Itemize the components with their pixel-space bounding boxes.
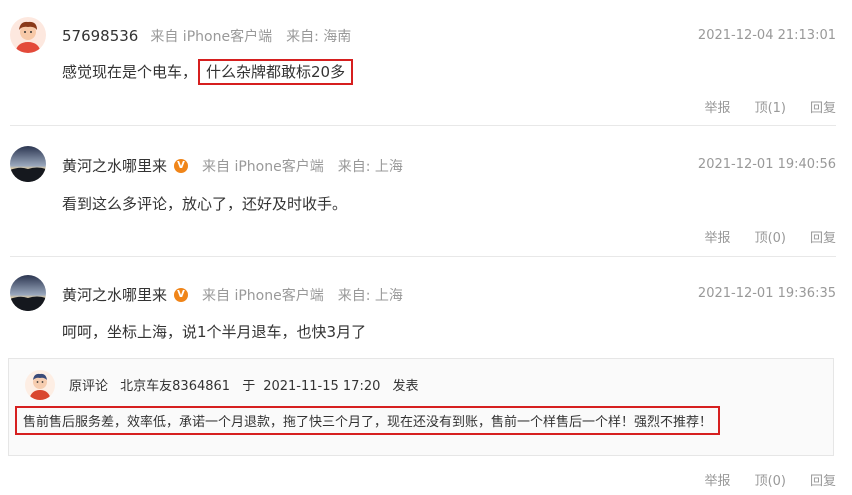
username[interactable]: 57698536 [62, 27, 138, 45]
comment-meta: 黄河之水哪里来 V 来自 iPhone客户端 来自: 上海 [62, 284, 403, 305]
quote-author[interactable]: 北京车友8364861 [120, 379, 230, 394]
username[interactable]: 黄河之水哪里来 [62, 284, 167, 305]
comment-content: 呵呵，坐标上海，说1个半月退车，也快3月了 [62, 323, 367, 341]
quote-label: 原评论 [69, 379, 109, 394]
verified-badge-icon: V [174, 158, 189, 173]
quoted-comment: 原评论 北京车友8364861 于 2021-11-15 17:20 发表 售前售… [8, 358, 834, 456]
cartoon-user-avatar-icon [25, 370, 55, 400]
reply-button[interactable]: 回复 [810, 470, 836, 489]
comment-time: 2021-12-01 19:40:56 [697, 157, 836, 172]
like-button[interactable]: 顶(1) [755, 97, 786, 116]
post-location: 来自: 海南 [286, 29, 352, 45]
like-button[interactable]: 顶(0) [755, 227, 786, 246]
comment-meta: 57698536 来自 iPhone客户端 来自: 海南 [62, 26, 351, 46]
comment-actions: 举报 顶(0) 回复 [705, 470, 836, 489]
report-button[interactable]: 举报 [705, 227, 731, 246]
comment-meta: 黄河之水哪里来 V 来自 iPhone客户端 来自: 上海 [62, 155, 403, 176]
post-source: 来自 iPhone客户端 [150, 29, 273, 45]
quote-content: 售前售后服务差，效率低，承诺一个月退款，拖了快三个月了，现在还没有到账，售前一个… [15, 406, 721, 435]
quote-header: 原评论 北京车友8364861 于 2021-11-15 17:20 发表 [69, 375, 427, 394]
report-button[interactable]: 举报 [705, 97, 731, 116]
avatar[interactable] [10, 17, 46, 53]
comment-item: 黄河之水哪里来 V 来自 iPhone客户端 来自: 上海 2021-12-01… [0, 126, 852, 256]
post-location: 来自: 上海 [337, 287, 403, 304]
like-button[interactable]: 顶(0) [755, 470, 786, 489]
avatar[interactable] [25, 370, 55, 400]
quote-time-prefix: 于 [242, 379, 256, 394]
avatar[interactable] [10, 146, 46, 182]
verified-badge-icon: V [174, 287, 189, 302]
comment-content: 看到这么多评论，放心了，还好及时收手。 [62, 195, 348, 213]
comment-actions: 举报 顶(1) 回复 [705, 97, 836, 116]
comment-item: 57698536 来自 iPhone客户端 来自: 海南 2021-12-04 … [0, 0, 852, 125]
username[interactable]: 黄河之水哪里来 [62, 155, 167, 176]
quote-action: 发表 [392, 379, 419, 394]
quote-time: 2021-11-15 17:20 [263, 379, 381, 394]
landscape-photo-avatar-icon [10, 146, 46, 182]
post-location: 来自: 上海 [337, 158, 403, 175]
post-source: 来自 iPhone客户端 [202, 287, 324, 304]
report-button[interactable]: 举报 [705, 470, 731, 489]
comment-time: 2021-12-04 21:13:01 [697, 28, 836, 43]
avatar[interactable] [10, 275, 46, 311]
comment-content: 感觉现在是个电车， 什么杂牌都敢标20多 [62, 59, 354, 85]
post-source: 来自 iPhone客户端 [202, 158, 324, 175]
highlighted-text: 什么杂牌都敢标20多 [198, 59, 354, 85]
cartoon-user-avatar-icon [10, 17, 46, 53]
reply-button[interactable]: 回复 [810, 97, 836, 116]
comment-text: 感觉现在是个电车， [62, 63, 198, 81]
comment-actions: 举报 顶(0) 回复 [705, 227, 836, 246]
comment-time: 2021-12-01 19:36:35 [697, 286, 836, 301]
landscape-photo-avatar-icon [10, 275, 46, 311]
reply-button[interactable]: 回复 [810, 227, 836, 246]
